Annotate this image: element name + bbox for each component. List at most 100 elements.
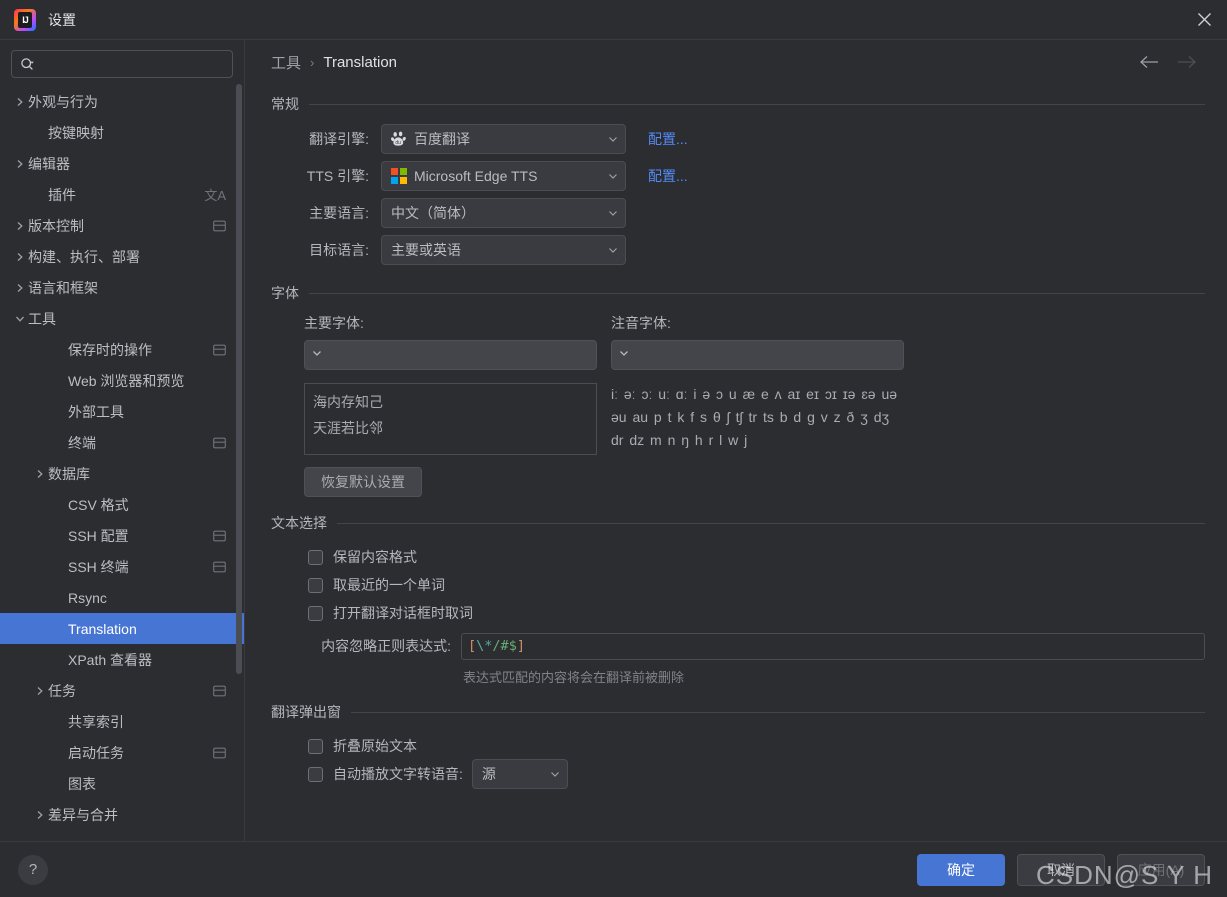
primary-font-select[interactable]	[304, 340, 597, 370]
project-scope-icon	[205, 561, 226, 573]
checkbox-row-take-word-on-open[interactable]: 打开翻译对话框时取词	[271, 599, 1205, 627]
sidebar-item-2[interactable]: 编辑器	[0, 148, 244, 179]
sidebar-item-22[interactable]: 图表	[0, 768, 244, 799]
checkbox-nearest-word[interactable]	[308, 577, 323, 593]
checkbox-row-nearest-word[interactable]: 取最近的一个单词	[271, 571, 1205, 599]
sidebar-item-label: 语言和框架	[28, 279, 98, 296]
general-group: 常规 翻译引擎: du 百度翻译 配置... TTS 引擎: Microsoft…	[271, 94, 1205, 265]
cancel-button[interactable]: 取消	[1017, 853, 1105, 886]
checkbox-label-nearest-word: 取最近的一个单词	[333, 577, 445, 593]
project-scope-icon	[205, 437, 226, 449]
sidebar-item-10[interactable]: 外部工具	[0, 396, 244, 427]
chevron-right-icon[interactable]	[32, 686, 48, 696]
checkbox-row-keep-format[interactable]: 保留内容格式	[271, 543, 1205, 571]
sidebar-item-18[interactable]: XPath 查看器	[0, 644, 244, 675]
help-icon[interactable]: ?	[18, 854, 48, 885]
ignore-regex-input[interactable]: [\* / # $]	[461, 632, 1205, 660]
sidebar-item-6[interactable]: 语言和框架	[0, 272, 244, 303]
checkbox-autoplay-tts[interactable]	[308, 766, 323, 782]
dialog-footer: ? 确定 取消 应用(A)	[0, 841, 1227, 897]
label-translate-engine: 翻译引擎:	[309, 131, 369, 147]
chevron-right-icon[interactable]	[12, 252, 28, 262]
sidebar-item-5[interactable]: 构建、执行、部署	[0, 241, 244, 272]
arrow-right-icon[interactable]	[1175, 50, 1199, 74]
ok-button[interactable]: 确定	[917, 853, 1005, 886]
sidebar-item-21[interactable]: 启动任务	[0, 737, 244, 768]
sidebar-item-1[interactable]: 按键映射	[0, 117, 244, 148]
sidebar-item-label: 保存时的操作	[68, 341, 152, 358]
sidebar-item-4[interactable]: 版本控制	[0, 210, 244, 241]
restore-defaults-button[interactable]: 恢复默认设置	[304, 467, 422, 497]
sidebar-item-19[interactable]: 任务	[0, 675, 244, 706]
settings-tree[interactable]: 外观与行为 按键映射编辑器插件 文A 版本控制 构建、执行、部署语言和框架工具保存时的操…	[0, 86, 244, 841]
regex-row: 内容忽略正则表达式: [\* / # $]	[271, 631, 1205, 661]
divider	[309, 292, 1205, 294]
search-input[interactable]	[11, 50, 233, 78]
sidebar-item-17[interactable]: Translation	[0, 613, 244, 644]
popup-group-title: 翻译弹出窗	[271, 704, 341, 720]
checkbox-row-fold-original[interactable]: 折叠原始文本	[271, 732, 1205, 760]
translate-engine-select[interactable]: du 百度翻译	[381, 124, 626, 154]
close-icon[interactable]	[1181, 0, 1227, 39]
label-ignore-regex: 内容忽略正则表达式:	[321, 638, 451, 654]
sidebar-item-13[interactable]: CSV 格式	[0, 489, 244, 520]
sidebar-item-label: Rsync	[68, 589, 107, 606]
font-preview-line-1: 海内存知己	[313, 394, 383, 410]
sidebar-item-14[interactable]: SSH 配置	[0, 520, 244, 551]
translate-engine-config-link[interactable]: 配置...	[648, 129, 688, 149]
project-scope-icon	[205, 220, 226, 232]
label-primary-font: 主要字体:	[304, 315, 364, 331]
chevron-right-icon[interactable]	[12, 159, 28, 169]
checkbox-row-autoplay-tts[interactable]: 自动播放文字转语音: 源	[271, 759, 1205, 789]
breadcrumb-parent[interactable]: 工具	[271, 52, 301, 73]
tts-source-select[interactable]: 源	[471, 759, 568, 789]
sidebar-item-label: 差异与合并	[48, 806, 118, 823]
sidebar-item-8[interactable]: 保存时的操作	[0, 334, 244, 365]
sidebar-item-7[interactable]: 工具	[0, 303, 244, 334]
target-language-select[interactable]: 主要或英语	[381, 235, 626, 265]
arrow-left-icon[interactable]	[1137, 50, 1161, 74]
project-scope-icon	[205, 685, 226, 697]
svg-text:du: du	[395, 140, 401, 146]
font-columns: 主要字体: 海内存知己 天涯若比邻 恢复默认设置 注音字体: iː əː ɔː …	[271, 313, 1205, 497]
chevron-right-icon[interactable]	[32, 469, 48, 479]
sidebar-item-3[interactable]: 插件 文A	[0, 179, 244, 210]
chevron-down-icon	[549, 768, 561, 780]
row-translate-engine: 翻译引擎: du 百度翻译 配置...	[271, 124, 1205, 154]
sidebar-item-11[interactable]: 终端	[0, 427, 244, 458]
chevron-right-icon[interactable]	[12, 221, 28, 231]
general-group-header: 常规	[271, 94, 1205, 114]
sidebar-scrollbar[interactable]	[236, 84, 242, 674]
intellij-logo-icon: IJ	[14, 8, 36, 31]
sidebar-item-20[interactable]: 共享索引	[0, 706, 244, 737]
regex-token-2: /	[492, 638, 501, 654]
footer-buttons: 确定 取消 应用(A)	[917, 853, 1205, 886]
sidebar-item-15[interactable]: SSH 终端	[0, 551, 244, 582]
row-target-language: 目标语言: 主要或英语	[271, 235, 1205, 265]
apply-button[interactable]: 应用(A)	[1117, 853, 1205, 886]
sidebar-item-9[interactable]: Web 浏览器和预览	[0, 365, 244, 396]
sidebar-item-label: Translation	[68, 620, 137, 637]
row-tts-engine: TTS 引擎: Microsoft Edge TTS 配置...	[271, 161, 1205, 191]
checkbox-fold-original[interactable]	[308, 738, 323, 754]
checkbox-take-word-on-open[interactable]	[308, 605, 323, 621]
tts-engine-config-link[interactable]: 配置...	[648, 166, 688, 186]
phonetic-font-select[interactable]	[611, 340, 904, 370]
chevron-right-icon[interactable]	[32, 810, 48, 820]
sidebar-item-23[interactable]: 差异与合并	[0, 799, 244, 830]
sidebar-item-label: 编辑器	[28, 155, 70, 172]
primary-language-select[interactable]: 中文（简体）	[381, 198, 626, 228]
chevron-down-icon[interactable]	[12, 314, 28, 324]
tts-engine-select[interactable]: Microsoft Edge TTS	[381, 161, 626, 191]
sidebar-item-label: Web 浏览器和预览	[68, 372, 185, 389]
sidebar-item-16[interactable]: Rsync	[0, 582, 244, 613]
text-selection-group-header: 文本选择	[271, 513, 1205, 533]
sidebar-item-label: 启动任务	[68, 744, 124, 761]
chevron-right-icon[interactable]	[12, 97, 28, 107]
checkbox-keep-format[interactable]	[308, 549, 323, 565]
general-group-title: 常规	[271, 96, 299, 112]
chevron-down-icon	[607, 133, 619, 145]
sidebar-item-12[interactable]: 数据库	[0, 458, 244, 489]
chevron-right-icon[interactable]	[12, 283, 28, 293]
sidebar-item-0[interactable]: 外观与行为	[0, 86, 244, 117]
